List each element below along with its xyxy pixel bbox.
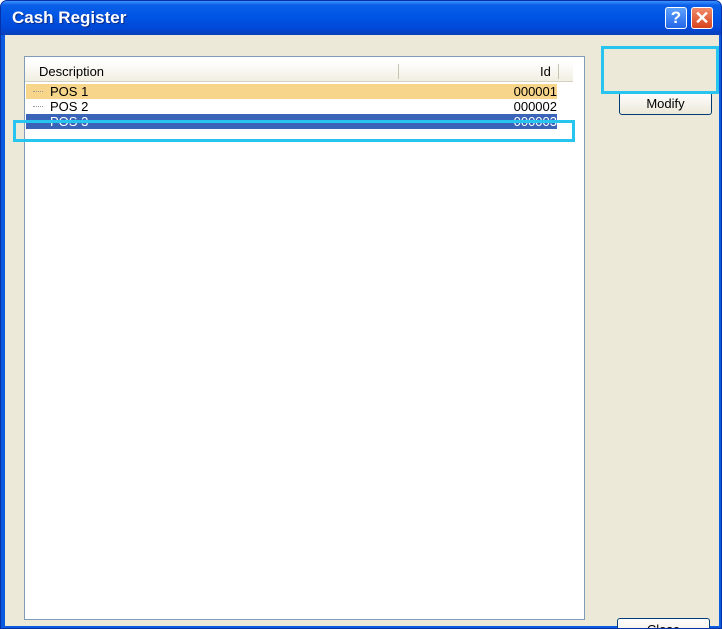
list-item-pos-1[interactable]: POS 1 000001	[26, 84, 557, 99]
close-icon: ✕	[694, 7, 710, 28]
column-divider[interactable]	[558, 64, 559, 79]
window-close-button[interactable]: ✕	[691, 7, 713, 29]
close-button[interactable]: Close	[617, 618, 710, 628]
column-header-id[interactable]: Id	[540, 64, 551, 79]
help-icon: ?	[670, 8, 682, 27]
selection-highlight	[13, 120, 575, 142]
window-title: Cash Register	[12, 8, 127, 27]
list-item-description: POS 1	[50, 84, 89, 99]
cash-register-window: Cash Register ? ✕ Description Id POS 1 0…	[0, 0, 722, 629]
list-item-pos-2[interactable]: POS 2 000002	[26, 99, 557, 114]
list-item-description: POS 2	[50, 99, 89, 114]
title-bar[interactable]: Cash Register ? ✕	[1, 1, 721, 35]
column-header-description[interactable]: Description	[39, 64, 104, 79]
list-item-id: 000001	[513, 84, 557, 99]
list-item-id: 000002	[513, 99, 557, 114]
button-highlight	[601, 46, 719, 94]
column-divider[interactable]	[398, 64, 399, 79]
tree-branch-icon	[33, 106, 43, 107]
list-header: Description Id	[25, 61, 573, 82]
modify-button[interactable]: Modify	[619, 92, 712, 115]
help-button[interactable]: ?	[665, 7, 687, 29]
tree-branch-icon	[33, 91, 43, 92]
